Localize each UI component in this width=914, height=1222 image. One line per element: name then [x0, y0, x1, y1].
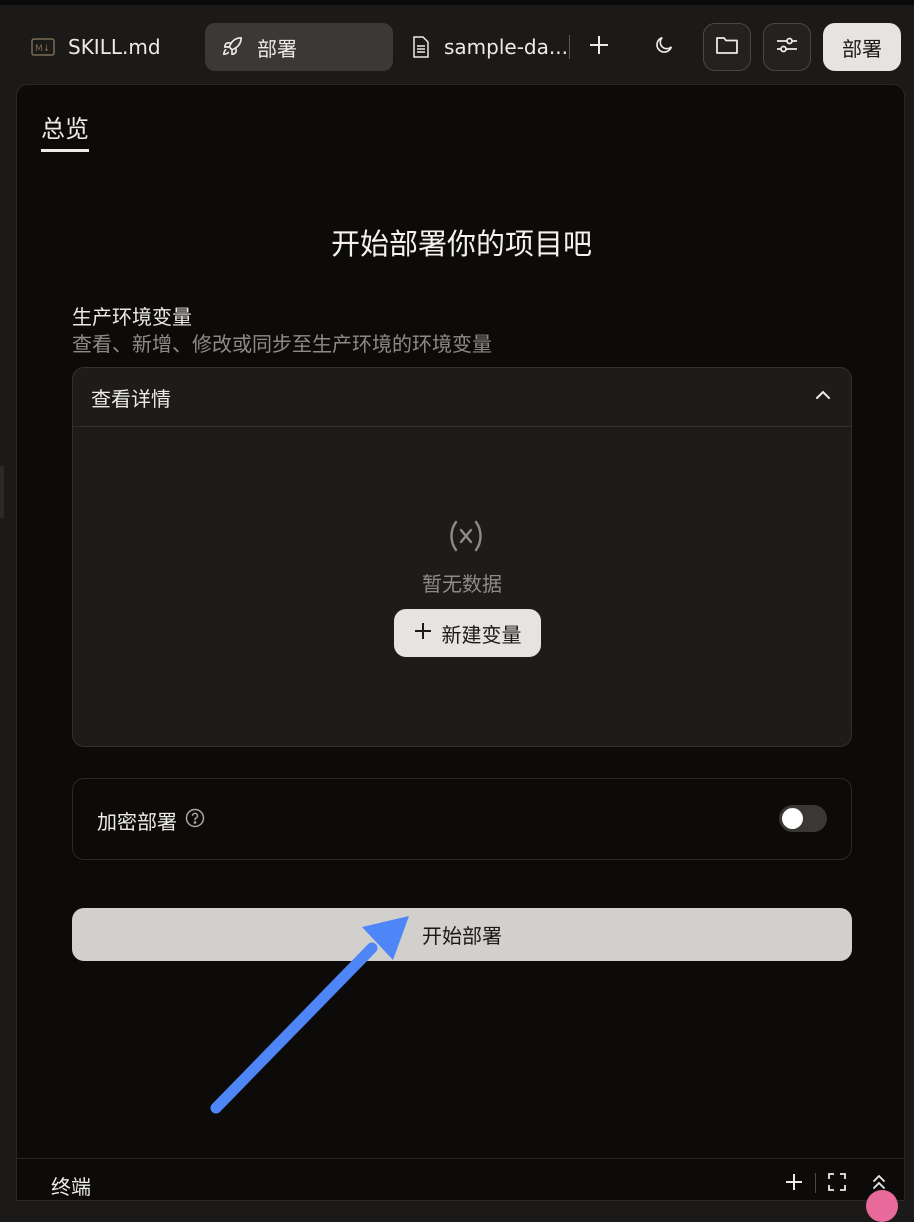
tab-label: SKILL.md — [68, 35, 161, 59]
env-details-card: 查看详情 暂无数据 新建变量 — [72, 367, 852, 747]
tab-skill-md[interactable]: M↓ SKILL.md — [20, 23, 171, 71]
status-dot — [866, 1190, 898, 1222]
env-section-description: 查看、新增、修改或同步至生产环境的环境变量 — [72, 332, 492, 356]
tab-sample-data[interactable]: sample-da... — [400, 23, 576, 71]
env-section-title: 生产环境变量 — [72, 305, 192, 329]
window-top-edge — [0, 0, 914, 5]
empty-variable-icon — [446, 516, 486, 556]
rocket-icon — [219, 34, 245, 60]
markdown-icon: M↓ — [30, 34, 56, 60]
deploy-panel: 总览 开始部署你的项目吧 生产环境变量 查看、新增、修改或同步至生产环境的环境变… — [16, 84, 905, 1201]
document-icon — [408, 34, 434, 60]
toggle-knob — [782, 808, 803, 829]
start-deploy-button[interactable]: 开始部署 — [72, 908, 852, 961]
left-edge-handle — [0, 466, 4, 518]
folder-icon — [715, 34, 739, 60]
terminal-divider — [815, 1173, 816, 1193]
help-icon[interactable] — [185, 808, 205, 833]
terminal-label[interactable]: 终端 — [51, 1171, 91, 1200]
details-title: 查看详情 — [91, 386, 171, 411]
tab-deploy[interactable]: 部署 — [205, 23, 393, 71]
theme-toggle-button[interactable] — [640, 23, 688, 71]
new-variable-label: 新建变量 — [441, 622, 522, 647]
plus-icon — [414, 621, 432, 645]
empty-state-text: 暂无数据 — [422, 572, 502, 596]
sliders-icon — [775, 34, 799, 60]
chevron-up-icon[interactable] — [813, 385, 833, 409]
encrypt-toggle[interactable] — [779, 805, 827, 832]
open-folder-button[interactable] — [703, 23, 751, 71]
encrypt-label-group: 加密部署 — [97, 806, 205, 835]
fullscreen-icon[interactable] — [826, 1171, 848, 1193]
plus-icon — [588, 34, 610, 60]
terminal-bar: 终端 — [17, 1158, 904, 1203]
svg-text:M↓: M↓ — [35, 44, 50, 54]
tab-divider — [569, 35, 570, 59]
moon-icon — [653, 34, 675, 60]
active-tab-indicator — [41, 149, 89, 152]
deploy-button[interactable]: 部署 — [823, 23, 901, 71]
tab-label: 部署 — [257, 36, 297, 61]
settings-button[interactable] — [763, 23, 811, 71]
encrypt-deploy-row: 加密部署 — [72, 778, 852, 860]
new-tab-button[interactable] — [575, 23, 623, 71]
details-header[interactable]: 查看详情 — [73, 368, 851, 427]
tab-label: sample-da... — [444, 35, 568, 59]
new-variable-button[interactable]: 新建变量 — [394, 609, 541, 657]
top-bar: M↓ SKILL.md 部署 sample-da... 部署 — [0, 0, 914, 84]
encrypt-label: 加密部署 — [97, 810, 177, 834]
tab-overview[interactable]: 总览 — [41, 109, 89, 144]
page-title: 开始部署你的项目吧 — [330, 227, 592, 261]
plus-icon[interactable] — [783, 1171, 805, 1193]
